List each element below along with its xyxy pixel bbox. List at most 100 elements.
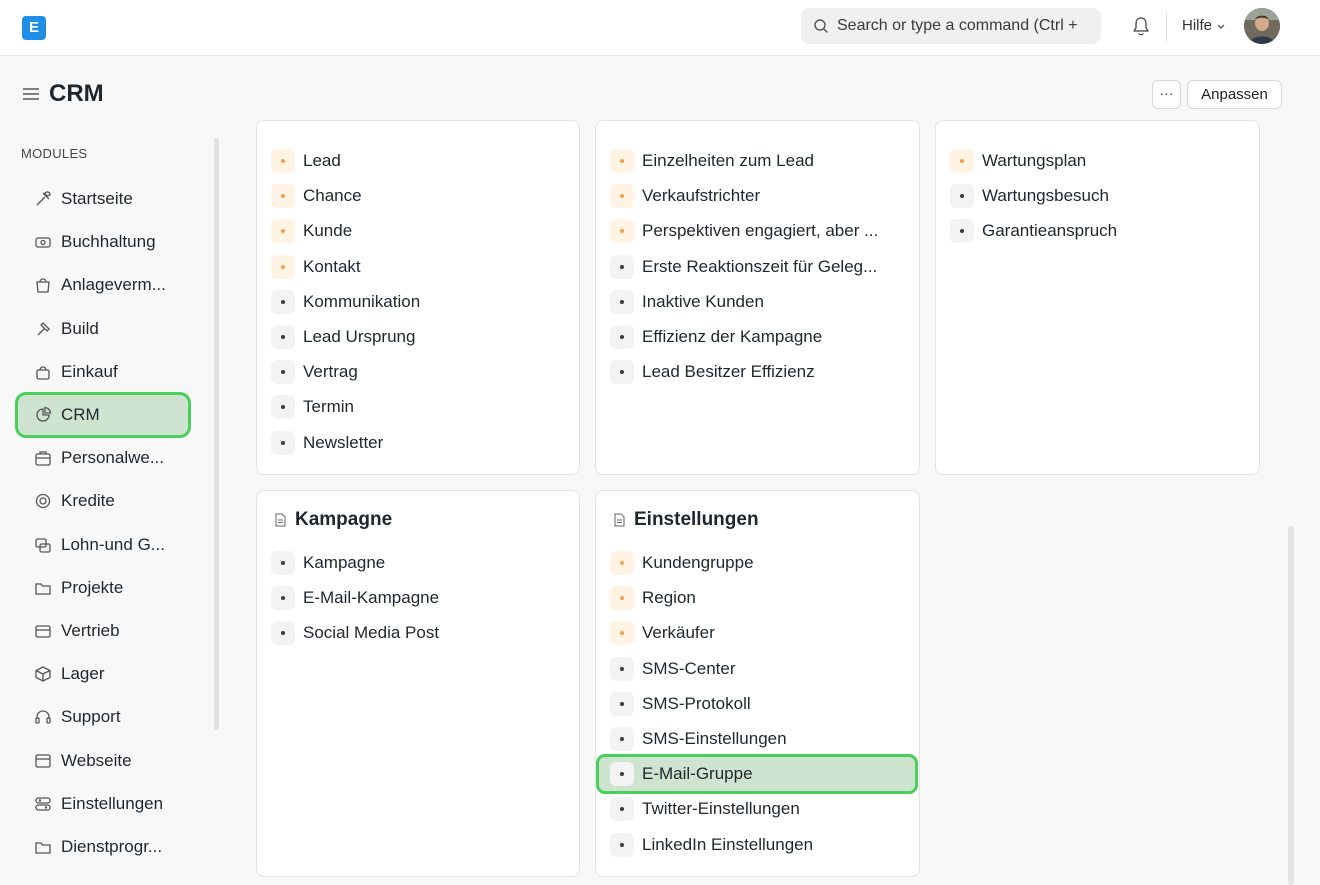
sidebar-item-label: Webseite <box>61 750 132 770</box>
shortcut-link-label: Einzelheiten zum Lead <box>642 151 815 170</box>
shortcut-link[interactable]: SMS-Center <box>610 652 736 686</box>
sidebar-item-label: Einkauf <box>61 361 118 381</box>
shortcut-link[interactable]: Garantieanspruch <box>950 214 1117 248</box>
card-title-text: Einstellungen <box>634 509 759 530</box>
modules-section-label: MODULES <box>21 146 88 161</box>
shortcut-link-label: Kunde <box>303 221 353 241</box>
shortcut-link[interactable]: Kunde <box>271 214 352 248</box>
user-avatar[interactable] <box>1244 8 1280 44</box>
bullet-icon <box>610 832 634 857</box>
sidebar-item[interactable]: Einkauf <box>18 352 188 392</box>
box-icon <box>35 666 51 682</box>
shortcut-link[interactable]: SMS-Einstellungen <box>610 722 787 756</box>
card-title-text: Kampagne <box>295 509 393 530</box>
card-reports: Einzelheiten zum Lead Verkaufstrichter Per… <box>595 120 920 475</box>
bullet-icon <box>610 762 634 787</box>
sidebar-item[interactable]: Vertrieb <box>18 611 188 651</box>
help-dropdown[interactable]: Hilfe <box>1182 17 1226 34</box>
shortcut-link[interactable]: Kundengruppe <box>610 546 754 580</box>
shortcut-link[interactable]: Kampagne <box>271 546 385 580</box>
shortcut-link[interactable]: Twitter-Einstellungen <box>610 792 800 826</box>
sidebar-item[interactable]: CRM <box>18 395 188 435</box>
navbar-divider <box>1166 12 1167 42</box>
shortcut-link[interactable]: LinkedIn Einstellungen <box>610 828 813 862</box>
shortcut-link[interactable]: Einzelheiten zum Lead <box>610 144 814 178</box>
sidebar-item[interactable]: Support <box>18 697 188 737</box>
shopping-icon <box>36 366 50 380</box>
shortcut-link-label: E-Mail-Gruppe <box>642 764 753 784</box>
shortcut-link[interactable]: Erste Reaktionszeit für Geleg... <box>610 250 877 284</box>
sidebar-item[interactable]: Buchhaltung <box>18 222 188 262</box>
shortcut-link[interactable]: Verkäufer <box>610 616 715 650</box>
shortcut-link[interactable]: Newsletter <box>271 426 383 460</box>
shortcut-link[interactable]: Effizienz der Kampagne <box>610 320 822 354</box>
bullet-icon <box>271 586 295 611</box>
sidebar-item-label: Support <box>61 707 121 727</box>
sidebar-item[interactable]: Einstellungen <box>18 784 188 824</box>
document-icon <box>614 513 625 527</box>
sidebar-item[interactable]: Webseite <box>18 741 188 781</box>
bullet-icon <box>950 219 974 244</box>
shortcut-link[interactable]: Social Media Post <box>271 616 439 650</box>
shortcut-link[interactable]: Perspektiven engagiert, aber ... <box>610 214 878 248</box>
app-logo[interactable]: E <box>22 16 46 40</box>
sidebar-item-label: Einstellungen <box>61 793 164 813</box>
customize-button[interactable]: Anpassen <box>1187 80 1282 109</box>
more-options-button[interactable]: ··· <box>1152 80 1181 109</box>
sidebar-item[interactable]: Lager <box>18 654 188 694</box>
folder-icon <box>35 583 51 595</box>
shortcut-link[interactable]: Termin <box>271 390 354 424</box>
shortcut-link[interactable]: Wartungsbesuch <box>950 179 1109 213</box>
sidebar-item[interactable]: Anlageverm... <box>18 265 188 305</box>
sidebar-item-label: Projekte <box>61 577 124 597</box>
shortcut-link-label: Inaktive Kunden <box>642 291 764 311</box>
shortcut-link[interactable]: Lead Ursprung <box>271 320 415 354</box>
shortcut-link-label: Erste Reaktionszeit für Geleg... <box>642 256 878 276</box>
sidebar-item[interactable]: Kredite <box>18 481 188 521</box>
shortcut-link[interactable]: E-Mail-Kampagne <box>271 581 439 615</box>
shortcut-link[interactable]: Vertrag <box>271 355 358 389</box>
shortcut-link[interactable]: Kommunikation <box>271 285 420 319</box>
search-bar[interactable]: Search or type a command (Ctrl + <box>801 8 1101 44</box>
shortcut-link-label: LinkedIn Einstellungen <box>642 834 814 854</box>
settings-icon <box>35 797 51 811</box>
shortcut-link[interactable]: Wartungsplan <box>950 144 1086 178</box>
card-title: Kampagne <box>273 509 392 531</box>
tools-icon <box>36 191 51 206</box>
sidebar-item[interactable]: Personalwe... <box>18 438 188 478</box>
shortcut-link[interactable]: Chance <box>271 179 362 213</box>
bullet-icon <box>271 184 295 209</box>
sidebar-item-label: Buchhaltung <box>61 232 156 252</box>
shortcut-link[interactable]: E-Mail-Gruppe <box>599 757 915 792</box>
card-settings: Einstellungen Kundengruppe Region Verkäufe… <box>595 490 920 877</box>
bullet-icon <box>271 289 295 314</box>
card-title: Einstellungen <box>612 509 759 531</box>
sidebar-scrollbar[interactable] <box>214 138 219 730</box>
sidebar-item[interactable]: Projekte <box>18 568 188 608</box>
sidebar-item[interactable]: Build <box>18 309 188 349</box>
shortcut-link[interactable]: Lead <box>271 144 341 178</box>
sidebar-item[interactable]: Dienstprogr... <box>18 827 188 867</box>
page-title: CRM <box>49 80 104 107</box>
shortcut-link[interactable]: Inaktive Kunden <box>610 285 764 319</box>
shortcut-link[interactable]: Region <box>610 581 696 615</box>
shortcut-link[interactable]: SMS-Protokoll <box>610 687 751 721</box>
shortcut-link[interactable]: Kontakt <box>271 250 361 284</box>
sidebar-item[interactable]: Lohn-und G... <box>18 525 188 565</box>
sidebar-item-label: Vertrieb <box>61 621 120 640</box>
sidebar-item[interactable]: Startseite <box>18 179 188 219</box>
bullet-icon <box>610 360 634 385</box>
pie-icon <box>36 406 52 422</box>
card-icon <box>35 625 51 638</box>
shortcut-link[interactable]: Verkaufstrichter <box>610 179 760 213</box>
sidebar-toggle-icon[interactable] <box>22 86 40 102</box>
bullet-icon <box>610 797 634 822</box>
main-scrollbar[interactable] <box>1288 526 1294 885</box>
shortcut-link-label: Lead <box>303 151 341 170</box>
shortcut-link-label: Kampagne <box>303 553 386 572</box>
shortcut-link-label: Lead Ursprung <box>303 327 416 346</box>
shortcut-link[interactable]: Lead Besitzer Effizienz <box>610 355 815 389</box>
notification-bell-icon[interactable] <box>1131 16 1151 38</box>
sidebar-item-label: CRM <box>61 405 100 424</box>
sidebar-item-label: Lager <box>61 664 105 684</box>
